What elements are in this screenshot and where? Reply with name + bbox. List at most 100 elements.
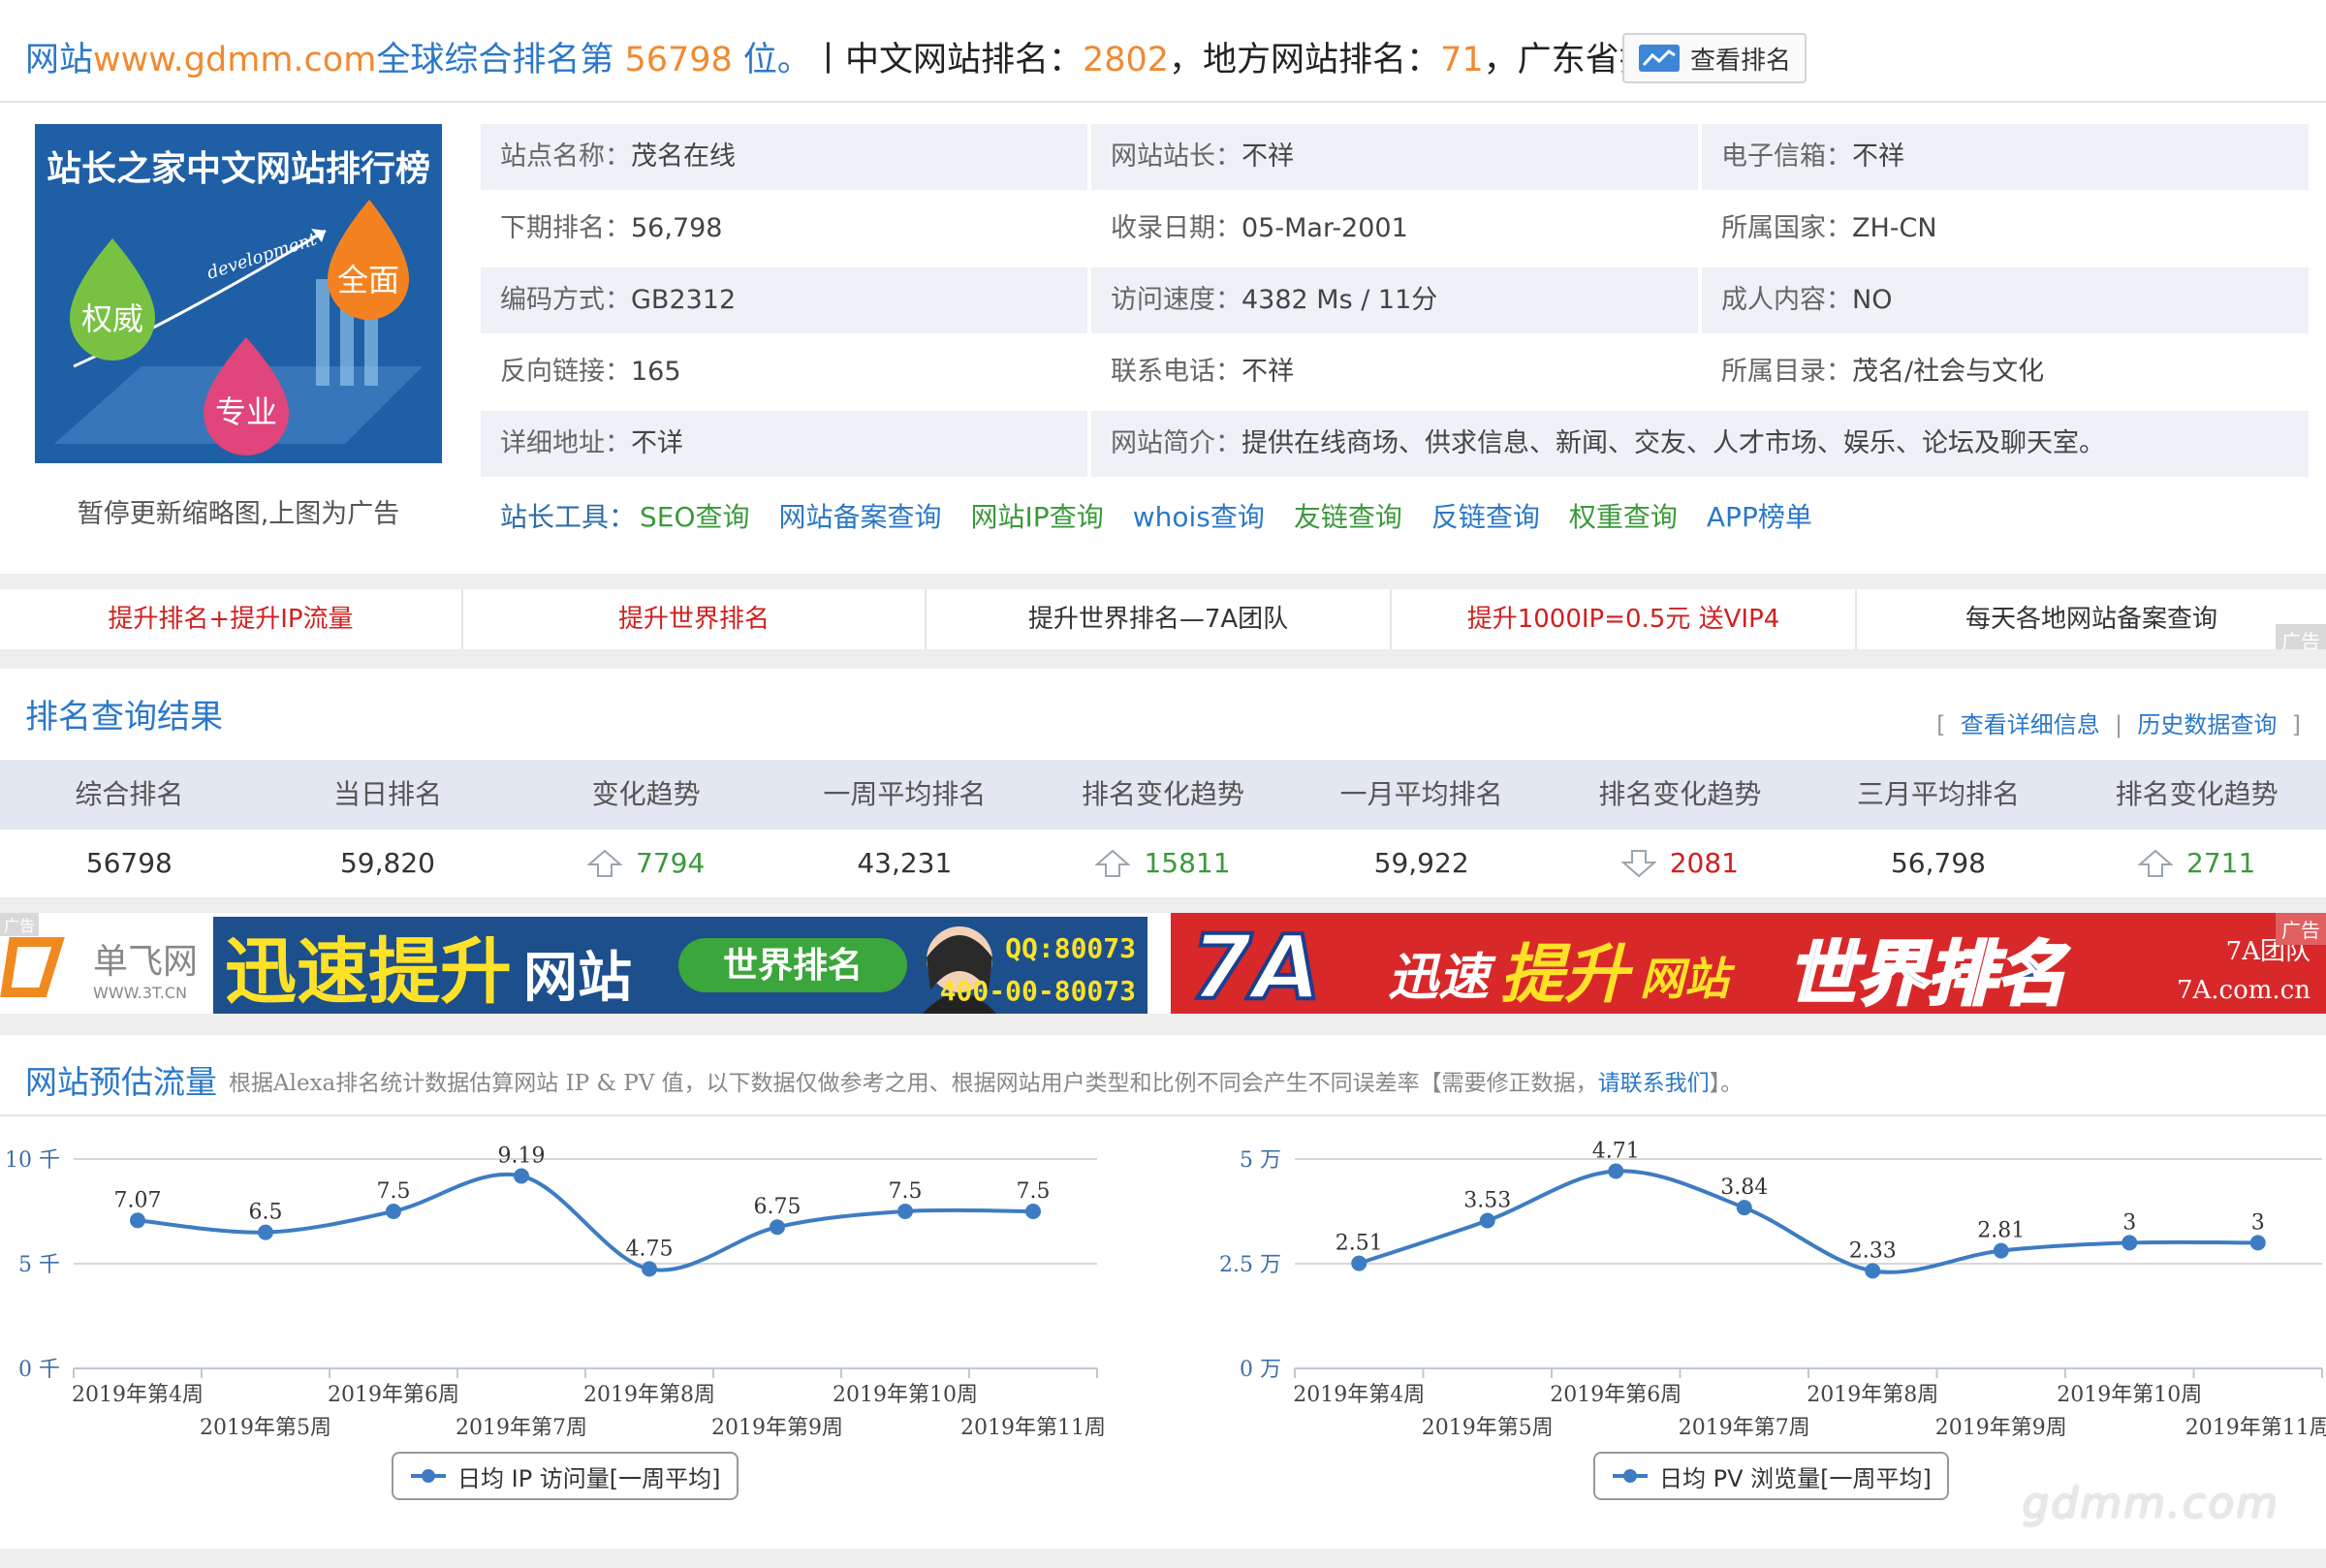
data-point [897, 1204, 913, 1219]
data-point [2249, 1235, 2266, 1251]
info-label: 反向链接： [500, 357, 631, 387]
info-label: 站点名称： [500, 141, 631, 172]
traffic-title: 网站预估流量 [25, 1063, 217, 1101]
info-value: 不详 [631, 428, 683, 458]
tool-link-friend-links[interactable]: 友链查询 [1294, 501, 1402, 533]
rank-cell: 59,922 [1373, 847, 1469, 879]
rank-cell: 2711 [2067, 830, 2326, 903]
view-rank-button[interactable]: 查看排名 [1622, 33, 1807, 83]
data-point [770, 1219, 785, 1236]
info-value: GB2312 [631, 285, 737, 315]
ad-tag: 广告 [0, 913, 40, 936]
promo-link[interactable]: 提升世界排名—7A团队 [927, 589, 1392, 649]
banner-3t-main2: 网站 [523, 947, 632, 1010]
rank-cell: 15811 [1034, 830, 1293, 903]
info-value: ZH-CN [1852, 213, 1937, 243]
watermark-logo: gdmm.com [2022, 1479, 2279, 1528]
info-label: 电子信箱： [1721, 141, 1852, 172]
data-point [1025, 1204, 1041, 1219]
data-label: 2.51 [1336, 1232, 1383, 1256]
data-label: 7.5 [1017, 1179, 1051, 1204]
contact-us-link[interactable]: 请联系我们 [1598, 1071, 1710, 1096]
promo-link[interactable]: 提升1000IP=0.5元 送VIP4 [1392, 589, 1857, 649]
data-label: 9.19 [498, 1144, 546, 1168]
thumbnail-title: 站长之家中文网站排行榜 [47, 149, 430, 189]
rank-column-header: 排名变化趋势 [1598, 778, 1762, 810]
y-tick-label: 2.5 万 [1219, 1253, 1281, 1277]
tool-link-icp[interactable]: 网站备案查询 [779, 501, 942, 533]
info-value: 茂名在线 [631, 141, 736, 172]
ip-chart-legend[interactable]: 日均 IP 访问量[一周平均] [392, 1452, 739, 1500]
pv-chart-legend[interactable]: 日均 PV 浏览量[一周平均] [1593, 1452, 1949, 1500]
data-point [258, 1224, 273, 1240]
traffic-desc-text: 根据Alexa排名统计数据估算网站 IP & PV 值，以下数据仅做参考之用、根… [229, 1071, 1598, 1096]
rank-results-links: [ 查看详细信息 | 历史数据查询 ] [1936, 706, 2301, 739]
info-value: 不祥 [1242, 141, 1294, 172]
x-tick-label: 2019年第10周 [2057, 1383, 2202, 1407]
rank-table-row: 56798 59,820 7794 43,231 15811 59,922 2081 56,7… [0, 830, 2326, 897]
rank-cell: 7794 [517, 830, 775, 903]
tool-link-app-rank[interactable]: APP榜单 [1707, 501, 1812, 533]
banner-7a-text3: 网站 [1640, 953, 1736, 1005]
legend-line-marker-icon [1613, 1469, 1648, 1483]
info-encoding: 编码方式：GB2312 [481, 267, 1087, 333]
data-label: 6.5 [249, 1201, 283, 1225]
rank-cell: 2081 [1551, 830, 1809, 903]
banner-ad-7a[interactable]: 7A 迅速 提升 网站 世界排名 7A团队 7A.com.cn 广告 [1171, 913, 2326, 1014]
bracket-open: [ [1936, 711, 1946, 738]
prefix-text: 网站 [25, 41, 94, 79]
x-tick-label: 2019年第10周 [833, 1383, 978, 1407]
section-divider [0, 1014, 2326, 1035]
bracket-close: ] [2291, 711, 2301, 738]
info-address: 详细地址：不详 [481, 411, 1087, 477]
x-tick-label: 2019年第9周 [711, 1416, 843, 1440]
info-label: 收录日期： [1111, 213, 1242, 243]
promo-link[interactable]: 每天各地网站备案查询 [1857, 589, 2326, 649]
info-value: 提供在线商场、供求信息、新闻、交友、人才市场、娱乐、论坛及聊天室。 [1242, 428, 2105, 458]
rank-trend-value: 15811 [1144, 847, 1231, 879]
thumbnail-illustration: 站长之家中文网站排行榜 development 权威 全面 专业 [35, 124, 442, 463]
section-divider [0, 649, 2326, 669]
section-divider [0, 897, 2326, 913]
view-details-link[interactable]: 查看详细信息 [1961, 711, 2100, 738]
rank-trend-value: 7794 [636, 847, 706, 879]
banner-7a-site: 7A.com.cn [2177, 976, 2310, 1005]
banner-7a-text2: 提升 [1500, 937, 1634, 1012]
tool-link-weight[interactable]: 权重查询 [1569, 501, 1678, 533]
thumbnail-caption: 暂停更新缩略图,上图为广告 [77, 499, 400, 529]
site-thumbnail-ad[interactable]: 站长之家中文网站排行榜 development 权威 全面 专业 [35, 124, 442, 463]
tool-link-backlinks[interactable]: 反链查询 [1431, 501, 1540, 533]
info-label: 联系电话： [1111, 357, 1242, 387]
promo-link[interactable]: 提升排名+提升IP流量 [0, 589, 463, 649]
tool-link-whois[interactable]: whois查询 [1133, 501, 1265, 533]
tool-link-ip[interactable]: 网站IP查询 [971, 501, 1104, 533]
info-intro: 网站简介：提供在线商场、供求信息、新闻、交友、人才市场、娱乐、论坛及聊天室。 [1091, 411, 2309, 477]
trend-up-arrow-icon [1095, 849, 1131, 877]
banner-3t-main: 迅速提升 [225, 930, 512, 1014]
info-value: 4382 Ms / 11分 [1242, 285, 1438, 315]
history-data-link[interactable]: 历史数据查询 [2137, 711, 2277, 738]
rank-column-header: 综合排名 [75, 778, 184, 810]
banner-ad-3t[interactable]: 单飞网 WWW.3T.CN 迅速提升 网站 世界排名 QQ:80073 400-… [0, 913, 1147, 1014]
banner-3t-graphic: 单飞网 WWW.3T.CN 迅速提升 网站 世界排名 QQ:80073 400-… [0, 913, 1147, 1014]
data-label: 3.53 [1463, 1189, 1511, 1213]
data-label: 7.5 [377, 1179, 411, 1204]
site-domain-link[interactable]: www.gdmm.com [93, 41, 376, 79]
info-label: 所属目录： [1721, 357, 1852, 387]
traffic-desc-end: 】。 [1709, 1071, 1744, 1096]
info-label: 网站简介： [1111, 428, 1242, 458]
banner-3t-phone: 400-00-80073 [940, 975, 1136, 1007]
info-adult-content: 成人内容：NO [1702, 267, 2309, 333]
rank-column-header: 排名变化趋势 [1081, 778, 1244, 810]
info-label: 编码方式： [500, 285, 631, 315]
info-value: 不祥 [1242, 357, 1294, 387]
promo-link[interactable]: 提升世界排名 [463, 589, 927, 649]
rank-column-header: 变化趋势 [591, 778, 701, 810]
data-label: 4.71 [1592, 1140, 1640, 1164]
info-label: 详细地址： [500, 428, 631, 458]
x-tick-label: 2019年第5周 [200, 1416, 331, 1440]
info-label: 下期排名： [500, 213, 631, 243]
page-header: 网站www.gdmm.com全球综合排名第 56798 位。丨中文网站排名：28… [0, 0, 2326, 103]
info-label: 所属国家： [1721, 213, 1852, 243]
tool-link-seo[interactable]: SEO查询 [640, 501, 750, 533]
